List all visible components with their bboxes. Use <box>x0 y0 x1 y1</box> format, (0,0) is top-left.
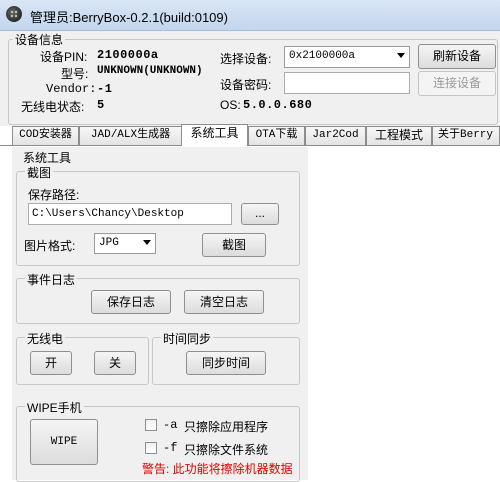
option-a-flag: -a <box>163 418 178 432</box>
option-f-flag: -f <box>163 441 178 455</box>
chevron-down-icon <box>143 240 151 245</box>
radio-group-title: 无线电 <box>25 330 66 347</box>
select-device-label: 选择设备: <box>220 52 272 66</box>
screenshot-group-title: 截图 <box>25 164 54 181</box>
tab-cod-installer[interactable]: COD安装器 <box>12 126 79 145</box>
device-select-value: 0x2100000a <box>289 50 356 62</box>
option-f-checkbox[interactable] <box>145 442 157 454</box>
device-select[interactable]: 0x2100000a <box>284 46 410 68</box>
os-value: 5.0.0.680 <box>243 98 313 112</box>
capture-screenshot-button[interactable]: 截图 <box>202 233 266 257</box>
wipe-button[interactable]: WIPE <box>30 419 98 465</box>
image-format-select[interactable]: JPG <box>94 233 156 254</box>
tab-panel-system-tools: 系统工具 截图 保存路径: ... 图片格式: JPG 截图 事件日志 保存日志… <box>0 145 500 482</box>
refresh-device-button[interactable]: 刷新设备 <box>418 44 496 69</box>
save-log-button[interactable]: 保存日志 <box>91 290 171 314</box>
radio-status-value: 5 <box>97 98 105 112</box>
vendor-label: Vendor: <box>46 82 97 96</box>
event-log-group-title: 事件日志 <box>25 271 78 288</box>
radio-off-button[interactable]: 关 <box>94 351 136 375</box>
save-path-input[interactable] <box>28 203 232 225</box>
blackberry-logo-icon <box>6 6 22 22</box>
radio-on-button[interactable]: 开 <box>30 351 72 375</box>
device-info-panel: 设备信息 设备PIN: 2100000a 型号: UNKNOWN(UNKNOWN… <box>0 31 500 126</box>
browse-button[interactable]: ... <box>241 203 279 225</box>
image-format-label: 图片格式: <box>24 239 76 253</box>
window-title: 管理员:BerryBox-0.2.1(build:0109) <box>30 10 228 25</box>
tab-strip: COD安装器 JAD/ALX生成器 系统工具 OTA下载 Jar2Cod 工程模… <box>0 124 500 146</box>
tab-engineering-mode[interactable]: 工程模式 <box>366 126 432 145</box>
tab-system-tools[interactable]: 系统工具 <box>181 124 248 146</box>
wipe-group-title: WIPE手机 <box>25 399 84 416</box>
model-label: 型号: <box>61 67 89 81</box>
sync-time-button[interactable]: 同步时间 <box>186 351 266 375</box>
device-password-input[interactable] <box>284 72 410 94</box>
image-format-value: JPG <box>99 237 119 249</box>
tab-ota-download[interactable]: OTA下载 <box>248 126 305 145</box>
device-info-title: 设备信息 <box>13 31 66 48</box>
save-path-label: 保存路径: <box>28 188 80 202</box>
system-tools-panel: 系统工具 截图 保存路径: ... 图片格式: JPG 截图 事件日志 保存日志… <box>12 147 308 482</box>
device-pin-label: 设备PIN: <box>40 50 88 64</box>
model-value: UNKNOWN(UNKNOWN) <box>97 65 203 77</box>
time-sync-group-title: 时间同步 <box>161 330 214 347</box>
clear-log-button[interactable]: 清空日志 <box>184 290 264 314</box>
option-a-label: 只擦除应用程序 <box>184 420 269 434</box>
tab-about-berry[interactable]: 关于Berry <box>432 126 500 145</box>
tab-jad-alx-generator[interactable]: JAD/ALX生成器 <box>79 126 182 145</box>
wipe-warning-text: 警告: 此功能将擦除机器数据 <box>142 462 293 476</box>
connect-device-button[interactable]: 连接设备 <box>418 71 496 96</box>
chevron-down-icon <box>397 53 405 58</box>
device-password-label: 设备密码: <box>220 78 272 92</box>
vendor-value: -1 <box>97 82 113 96</box>
option-f-label: 只擦除文件系统 <box>184 443 269 457</box>
os-label: OS: <box>220 98 241 112</box>
device-pin-value: 2100000a <box>97 48 159 62</box>
option-a-checkbox[interactable] <box>145 419 157 431</box>
tab-jar2cod[interactable]: Jar2Cod <box>305 126 366 145</box>
radio-status-label: 无线电状态: <box>21 100 85 114</box>
title-bar: 管理员:BerryBox-0.2.1(build:0109) <box>0 0 500 31</box>
